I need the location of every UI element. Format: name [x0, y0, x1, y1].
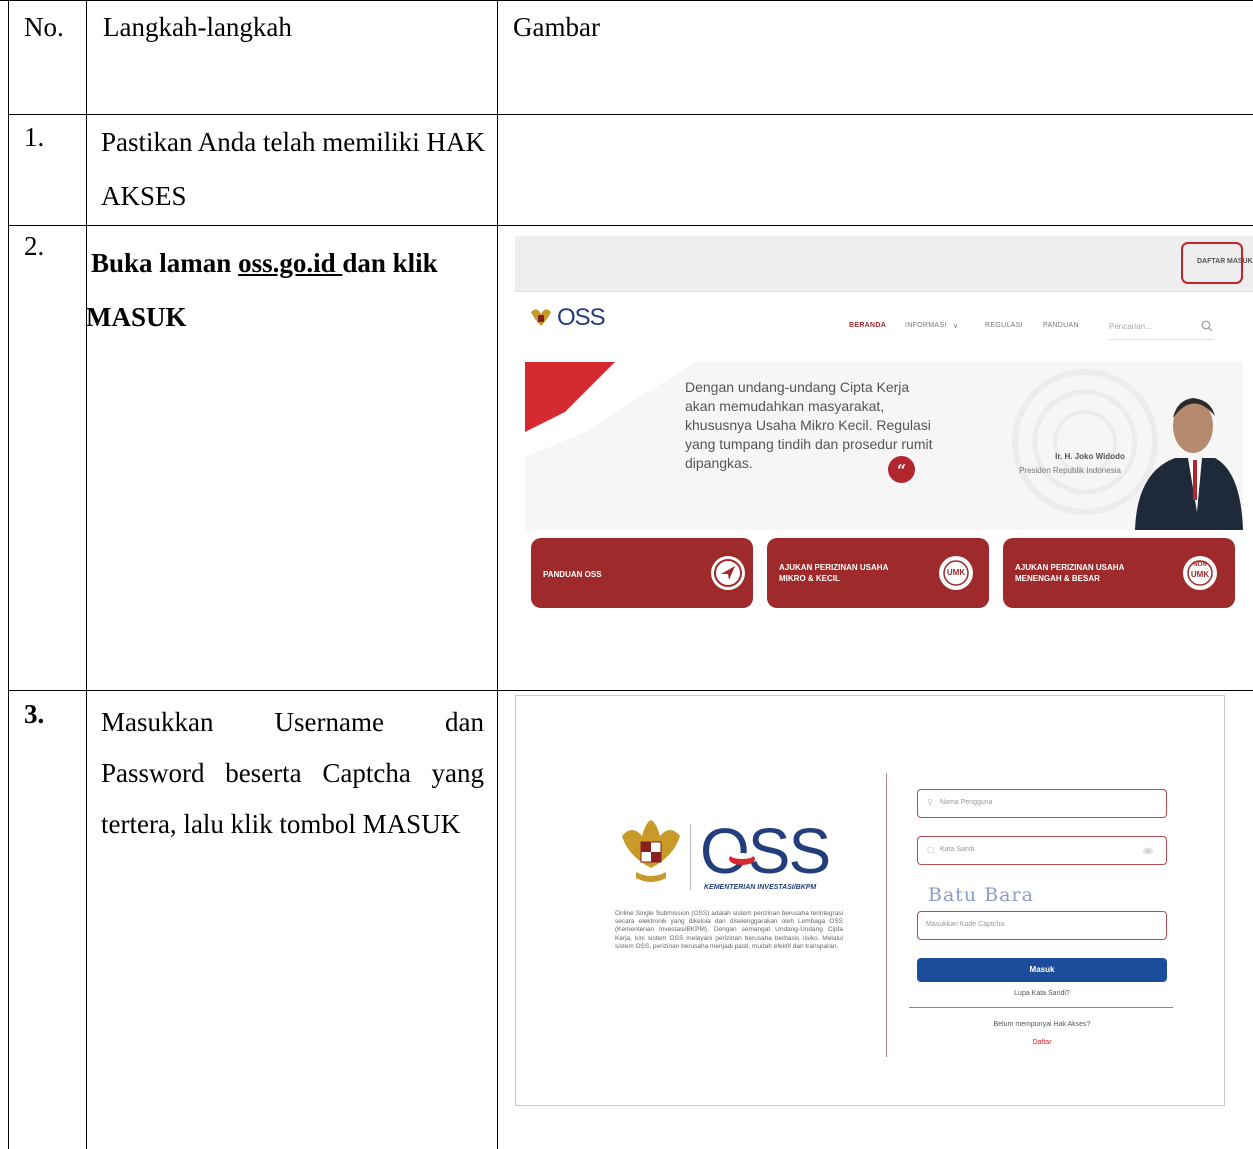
oss-logo-large: OSS [700, 815, 831, 887]
header-steps: Langkah-langkah [103, 12, 292, 42]
nav-informasi[interactable]: INFORMASI [905, 322, 947, 329]
row3-text: Masukkan Username dan Password beserta C… [101, 707, 484, 839]
row2-number: 2. [24, 231, 45, 261]
masuk-button[interactable]: Masuk [917, 958, 1167, 982]
username-field[interactable]: ⚲ Nama Pengguna [917, 789, 1167, 818]
table-col-line [8, 0, 9, 1149]
password-field[interactable]: ▢ Kata Sandi [917, 836, 1167, 865]
hero-person-name: Ir. H. Joko Widodo [1055, 452, 1125, 461]
table-border-top [0, 0, 1253, 1]
table-row-divider [8, 690, 1253, 691]
non-umk-badge-icon: NON UMK [1183, 556, 1217, 590]
row2-text: Buka laman oss.go.id dan klik MASUK [86, 236, 486, 344]
logo-separator [690, 824, 691, 890]
umk-badge-text: UMK [1190, 570, 1210, 579]
table-row-divider [8, 225, 1253, 226]
captcha-image: Batu Bara [928, 884, 1034, 906]
captcha-placeholder: Masukkan Kode Captcha [926, 921, 1005, 928]
garuda-emblem-icon [622, 820, 680, 882]
table-col-line [497, 0, 498, 1149]
card-perizinan-umk[interactable]: AJUKAN PERIZINAN USAHA MIKRO & KECIL UMK [767, 538, 989, 608]
hero-banner: Dengan undang-undang Cipta Kerja akan me… [525, 362, 1243, 530]
row1-number: 1. [24, 122, 45, 152]
nav-regulasi[interactable]: REGULASI [985, 322, 1023, 329]
oss-homepage-screenshot: DAFTAR | MASUK OSS BERANDA INFORMASI ∨ R… [515, 236, 1253, 638]
ministry-label: KEMENTERIAN INVESTASI/BKPM [704, 884, 817, 891]
oss-login-screenshot: OSS KEMENTERIAN INVESTASI/BKPM Online Si… [515, 695, 1225, 1106]
search-icon [1201, 320, 1213, 332]
login-separator-line [909, 1007, 1173, 1008]
masuk-highlight-box [1181, 242, 1243, 284]
card-perizinan-non-umk[interactable]: AJUKAN PERIZINAN USAHA MENENGAH & BESAR … [1003, 538, 1235, 608]
card-label: AJUKAN PERIZINAN USAHA MENENGAH & BESAR [1015, 563, 1125, 583]
no-access-text: Belum mempunyai Hak Akses? [993, 1021, 1091, 1028]
quote-icon: “ [888, 456, 915, 483]
search-input[interactable]: Pencarian... [1109, 322, 1152, 331]
row2-text-prefix: Buka laman [91, 248, 239, 278]
card-panduan-oss[interactable]: PANDUAN OSS [531, 538, 753, 608]
captcha-field[interactable]: Masukkan Kode Captcha [917, 911, 1167, 940]
chevron-down-icon: ∨ [953, 323, 959, 330]
nav-beranda[interactable]: BERANDA [849, 322, 886, 329]
oss-link[interactable]: oss.go.id [238, 248, 342, 278]
username-placeholder: Nama Pengguna [940, 799, 993, 806]
homepage-navbar: OSS BERANDA INFORMASI ∨ REGULASI PANDUAN… [515, 292, 1253, 362]
header-image: Gambar [513, 12, 600, 42]
table-col-line [86, 0, 87, 1149]
header-no: No. [24, 12, 64, 42]
hero-person-title: Presiden Republik Indonesia [1019, 466, 1121, 475]
nav-panduan[interactable]: PANDUAN [1043, 322, 1079, 329]
register-link[interactable]: Daftar [917, 1039, 1167, 1046]
card-label: AJUKAN PERIZINAN USAHA MIKRO & KECIL [779, 563, 889, 583]
row3-number: 3. [24, 699, 45, 729]
card-label: PANDUAN OSS [543, 570, 602, 579]
homepage-search[interactable]: Pencarian... [1109, 314, 1213, 340]
oss-logo-dot-icon [729, 853, 755, 865]
oss-logo-text: OSS [557, 304, 606, 331]
oss-logo[interactable]: OSS [527, 298, 637, 343]
eye-icon[interactable] [1142, 847, 1154, 855]
homepage-topbar: DAFTAR | MASUK [515, 236, 1253, 292]
oss-description: Online Single Submission (OSS) adalah si… [615, 910, 843, 950]
row1-text: Pastikan Anda telah memiliki HAK AKSES [101, 127, 485, 211]
password-placeholder: Kata Sandi [940, 846, 975, 853]
lock-icon: ▢ [927, 845, 935, 854]
non-badge-text: NON [1193, 562, 1207, 568]
user-icon: ⚲ [927, 798, 933, 807]
umk-badge-icon: UMK [939, 556, 973, 590]
login-divider [886, 773, 887, 1057]
forgot-password-link[interactable]: Lupa Kata Sandi? [917, 990, 1167, 997]
compass-icon [711, 556, 745, 590]
umk-badge-text: UMK [946, 568, 966, 577]
